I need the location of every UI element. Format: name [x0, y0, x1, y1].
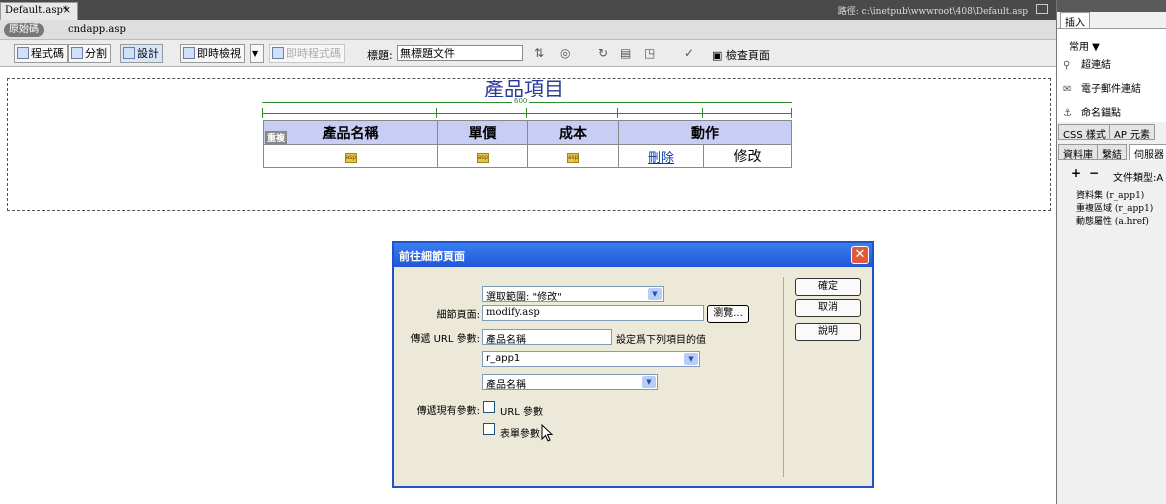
page-heading[interactable]: 產品項目: [484, 80, 564, 97]
asp-code-icon: asp: [344, 153, 357, 163]
header-cell[interactable]: 成本: [527, 120, 619, 145]
close-icon[interactable]: ✕: [851, 246, 869, 264]
document-tab[interactable]: Default.asp* ×: [0, 2, 78, 20]
live-code-icon: [272, 47, 284, 59]
right-panel: 插入 常用 ▼ ⚲ 超連結 ✉ 電子郵件連結 ⚓ 命名錨點 CSS 樣式 AP 元素 …: [1056, 0, 1166, 504]
split-view-button[interactable]: 分割: [68, 44, 111, 63]
live-view-icon: [183, 47, 195, 59]
delete-link[interactable]: 刪除: [648, 151, 674, 166]
tab-bindings[interactable]: 繫結: [1097, 144, 1127, 161]
view-options-icon[interactable]: ▤: [620, 46, 631, 60]
related-files-bar: 原始碼 cndapp.asp: [0, 20, 1056, 40]
chevron-down-icon: ▼: [642, 376, 656, 388]
file-path: 路徑: c:\inetpub\wwwroot\408\Default.asp: [837, 7, 1028, 17]
header-cell[interactable]: 重複 產品名稱: [263, 120, 438, 145]
preview-browser-icon[interactable]: ◎: [560, 46, 570, 60]
table-width-label: 600: [512, 97, 530, 105]
dialog-title: 前往細節頁面: [399, 250, 465, 263]
list-item[interactable]: 重複區域 (r_app1): [1076, 201, 1153, 214]
column-select[interactable]: 產品名稱 ▼: [482, 374, 658, 391]
anchor-icon: ⚓: [1063, 108, 1072, 119]
insert-panel-tab[interactable]: 插入: [1060, 12, 1090, 29]
link-icon: ⚲: [1063, 60, 1071, 71]
table-cell[interactable]: asp: [437, 144, 528, 168]
remove-behavior-button[interactable]: −: [1089, 166, 1099, 180]
table-cell[interactable]: 修改: [703, 144, 792, 168]
detail-page-field[interactable]: modify.asp: [482, 305, 704, 321]
email-link-item[interactable]: ✉ 電子郵件連結: [1063, 80, 1141, 95]
tab-css-styles[interactable]: CSS 樣式: [1058, 124, 1111, 141]
list-item[interactable]: 動態屬性 (a.href): [1076, 214, 1149, 227]
title-label: 標題:: [367, 49, 393, 62]
validate-icon[interactable]: ✓: [684, 46, 694, 60]
split-icon: [71, 47, 83, 59]
cancel-button[interactable]: 取消: [795, 299, 861, 317]
table-cell[interactable]: 刪除: [618, 144, 704, 168]
file-management-icon[interactable]: ⇅: [534, 46, 544, 60]
email-icon: ✉: [1063, 84, 1072, 95]
document-toolbar: 程式碼 分割 設計 即時檢視 ▼ 即時程式碼 標題: ⇅ ◎ ↻ ▤ ◳ ✓ ▣…: [0, 40, 1056, 67]
table-cell[interactable]: asp: [527, 144, 619, 168]
form-params-checkbox[interactable]: [483, 423, 495, 435]
help-button[interactable]: 說明: [795, 323, 861, 341]
link-select[interactable]: 選取範圍: "修改" ▼: [482, 286, 664, 303]
table-row: asp asp asp 刪除 修改: [263, 144, 792, 168]
title-input[interactable]: [397, 45, 523, 61]
recordset-select[interactable]: r_app1 ▼: [482, 351, 700, 367]
design-icon: [123, 47, 135, 59]
document-tab-bar: Default.asp* × 路徑: c:\inetpub\wwwroot\40…: [0, 0, 1056, 20]
close-tab-icon[interactable]: ×: [63, 5, 71, 16]
url-params-checkbox[interactable]: [483, 401, 495, 413]
category-dropdown[interactable]: 常用 ▼: [1069, 38, 1100, 53]
tab-ap-elements[interactable]: AP 元素: [1109, 124, 1156, 141]
set-to-label: 設定爲下列項目的值: [616, 335, 706, 346]
ok-button[interactable]: 確定: [795, 278, 861, 296]
url-params-label: URL 參數: [500, 407, 544, 418]
check-page-icon: ▣: [712, 49, 726, 62]
mouse-cursor-icon: [541, 424, 554, 442]
tab-server-behaviors[interactable]: 伺服器: [1129, 144, 1166, 161]
table-cell[interactable]: asp: [263, 144, 438, 168]
chevron-down-icon: ▼: [684, 353, 698, 365]
hyperlink-item[interactable]: ⚲ 超連結: [1063, 56, 1111, 71]
restore-window-icon[interactable]: [1036, 4, 1048, 14]
dialog-divider: [783, 277, 784, 477]
code-view-button[interactable]: 程式碼: [14, 44, 68, 63]
asp-code-icon: asp: [476, 153, 489, 163]
doc-type-label: 文件類型:A: [1113, 173, 1164, 184]
document-tab-label: Default.asp*: [5, 5, 68, 16]
form-params-label: 表單參數: [500, 429, 540, 440]
add-behavior-button[interactable]: +: [1071, 166, 1081, 180]
header-cell[interactable]: 動作: [618, 120, 792, 145]
modify-text[interactable]: 修改: [734, 149, 762, 165]
table-width-ruler: 600: [262, 96, 792, 120]
url-param-field[interactable]: 產品名稱: [482, 329, 612, 346]
check-page-button[interactable]: ▣ 檢查頁面: [712, 47, 770, 63]
list-item[interactable]: 資料集 (r_app1): [1076, 188, 1144, 201]
tab-databases[interactable]: 資料庫: [1058, 144, 1098, 161]
pass-existing-params-label: 傳遞現有參數:: [416, 406, 480, 417]
table-header-row: 重複 產品名稱 單價 成本 動作: [263, 120, 792, 145]
live-view-button[interactable]: 即時檢視: [180, 44, 245, 63]
detail-page-label: 細節頁面:: [436, 310, 480, 321]
named-anchor-item[interactable]: ⚓ 命名錨點: [1063, 104, 1121, 119]
chevron-down-icon: ▼: [648, 288, 662, 300]
code-icon: [17, 47, 29, 59]
asp-code-icon: asp: [567, 153, 579, 163]
live-view-dropdown[interactable]: ▼: [250, 44, 264, 63]
related-file-link[interactable]: cndapp.asp: [68, 24, 126, 35]
design-view-button[interactable]: 設計: [120, 44, 163, 63]
live-code-button[interactable]: 即時程式碼: [269, 44, 345, 63]
repeat-region-tag: 重複: [265, 131, 288, 144]
dialog-title-bar[interactable]: 前往細節頁面 ✕: [394, 243, 872, 267]
refresh-icon[interactable]: ↻: [598, 46, 608, 60]
product-table[interactable]: 重複 產品名稱 單價 成本 動作 asp asp asp 刪除 修改: [263, 120, 792, 168]
pass-url-param-label: 傳遞 URL 參數:: [410, 334, 480, 345]
visual-aids-icon[interactable]: ◳: [644, 46, 655, 60]
header-cell[interactable]: 單價: [437, 120, 528, 145]
go-to-detail-page-dialog: 前往細節頁面 ✕ 連結: 選取範圍: "修改"▼ 細節頁面: modify.as…: [392, 241, 874, 488]
source-code-button[interactable]: 原始碼: [4, 23, 44, 37]
browse-button[interactable]: 瀏覽...: [707, 305, 749, 323]
